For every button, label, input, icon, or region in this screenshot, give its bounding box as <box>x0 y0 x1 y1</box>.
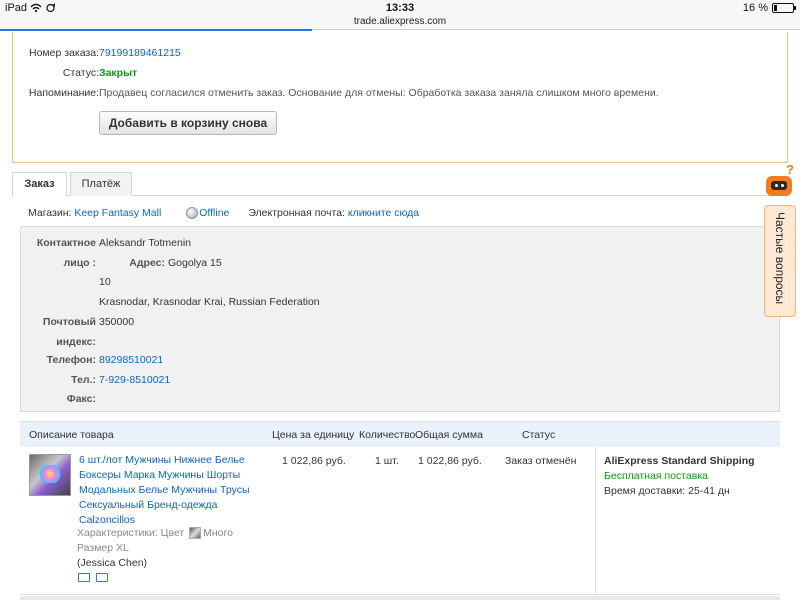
robot-face <box>771 181 787 190</box>
address-line-3: Krasnodar, Krasnodar Krai, Russian Feder… <box>99 296 320 308</box>
robot-eye <box>781 184 784 187</box>
tab-payment[interactable]: Платёж <box>70 172 132 196</box>
fax-label: Факс: <box>66 393 96 405</box>
delivery-time: Время доставки: 25-41 дн <box>604 485 730 497</box>
product-characteristics: Характеристики: Цвет Много <box>77 527 233 540</box>
table-row: 6 шт./лот Мужчины Нижнее Белье Боксеры М… <box>20 447 780 595</box>
order-number-link[interactable]: 79199189461215 <box>99 47 181 59</box>
unit-price: 1 022,86 руб. <box>282 455 346 467</box>
ios-status-bar: iPad 13:33 trade.aliexpress.com 16 % <box>0 0 800 30</box>
phone-link[interactable]: 89298510021 <box>99 354 163 366</box>
status-right: 16 % <box>742 2 796 14</box>
item-status: Заказ отменён <box>505 455 577 467</box>
characteristics-label: Характеристики: Цвет <box>77 527 185 539</box>
card-icon[interactable] <box>96 573 108 582</box>
seller-name: (Jessica Chen) <box>77 557 148 569</box>
contact-person-label: Контактное <box>36 237 96 249</box>
shipping-divider <box>595 447 596 595</box>
tel-label: Тел.: <box>71 374 96 386</box>
color-value: Много <box>203 527 233 539</box>
total-amount: 1 022,86 руб. <box>418 455 482 467</box>
col-unit-price: Цена за единицу <box>272 429 355 441</box>
product-title-link[interactable]: 6 шт./лот Мужчины Нижнее Белье Боксеры М… <box>79 453 259 528</box>
product-table-header: Описание товара Цена за единицу Количест… <box>20 421 780 447</box>
shipping-truck-icon[interactable] <box>78 573 90 582</box>
email-contact-link[interactable]: кликните сюда <box>348 207 419 219</box>
page-load-progress-bar <box>0 29 312 31</box>
order-tabs: Заказ Платёж <box>12 172 780 197</box>
email-label: Электронная почта: <box>248 207 345 220</box>
address-line-1: Gogolya 15 <box>168 257 222 269</box>
product-size: Размер XL <box>77 542 129 554</box>
address-line-2: 10 <box>99 276 111 288</box>
delivery-time-value: 25-41 дн <box>688 485 730 497</box>
address-bar-url[interactable]: trade.aliexpress.com <box>0 16 800 27</box>
col-description: Описание товара <box>29 429 114 441</box>
order-number-label: Номер заказа: <box>28 47 99 59</box>
add-to-cart-again-button[interactable]: Добавить в корзину снова <box>99 111 277 135</box>
contact-info-panel: Контактное лицо : Aleksandr Totmenin Адр… <box>20 226 780 412</box>
order-status: Закрыт <box>99 67 138 79</box>
color-swatch-icon <box>189 527 202 540</box>
zip-label: Почтовый <box>42 316 96 328</box>
faq-label: Частые вопросы <box>773 212 787 305</box>
order-notice-box: Номер заказа: 79199189461215 Статус: Зак… <box>12 32 788 163</box>
battery-percent: 16 % <box>742 2 768 14</box>
delivery-time-label: Время доставки: <box>604 485 686 497</box>
store-name-link[interactable]: Keep Fantasy Mall <box>74 207 161 219</box>
online-status-icon <box>186 207 199 220</box>
shipping-method: AliExpress Standard Shipping <box>604 455 755 467</box>
online-status-link[interactable]: Offline <box>199 207 229 219</box>
quantity: 1 шт. <box>375 455 399 467</box>
store-label: Магазин: <box>28 207 72 220</box>
tel-link[interactable]: 7-929-8510021 <box>99 374 170 386</box>
reminder-label: Напоминание: <box>28 87 99 99</box>
battery-fill <box>774 5 777 11</box>
product-action-icons <box>78 573 108 582</box>
tab-order[interactable]: Заказ <box>12 172 67 197</box>
faq-side-tab[interactable]: Частые вопросы <box>764 205 796 317</box>
question-mark-icon: ? <box>786 162 794 177</box>
robot-assistant-icon[interactable]: ? <box>764 162 794 202</box>
zip-code: 350000 <box>99 316 135 328</box>
battery-icon <box>772 3 796 13</box>
contact-person-label-cont: лицо : <box>63 257 96 269</box>
table-footer-bar <box>20 596 780 600</box>
address-label: Адрес: <box>129 257 165 269</box>
status-label: Статус: <box>62 67 99 79</box>
col-quantity: Количество <box>359 429 416 441</box>
clock: 13:33 <box>385 2 415 14</box>
phone-label: Телефон: <box>46 354 96 366</box>
product-thumbnail[interactable] <box>29 454 71 496</box>
col-total: Общая сумма <box>415 429 483 441</box>
zip-label-cont: индекс: <box>56 336 96 348</box>
col-status: Статус <box>522 429 556 441</box>
robot-eye <box>775 184 778 187</box>
shipping-cost: Бесплатная поставка <box>604 470 709 482</box>
shop-info-line: Магазин: Keep Fantasy Mall Offline Элект… <box>28 207 419 220</box>
reminder-text: Продавец согласился отменить заказ. Осно… <box>99 87 659 99</box>
contact-person: Aleksandr Totmenin <box>99 237 192 249</box>
